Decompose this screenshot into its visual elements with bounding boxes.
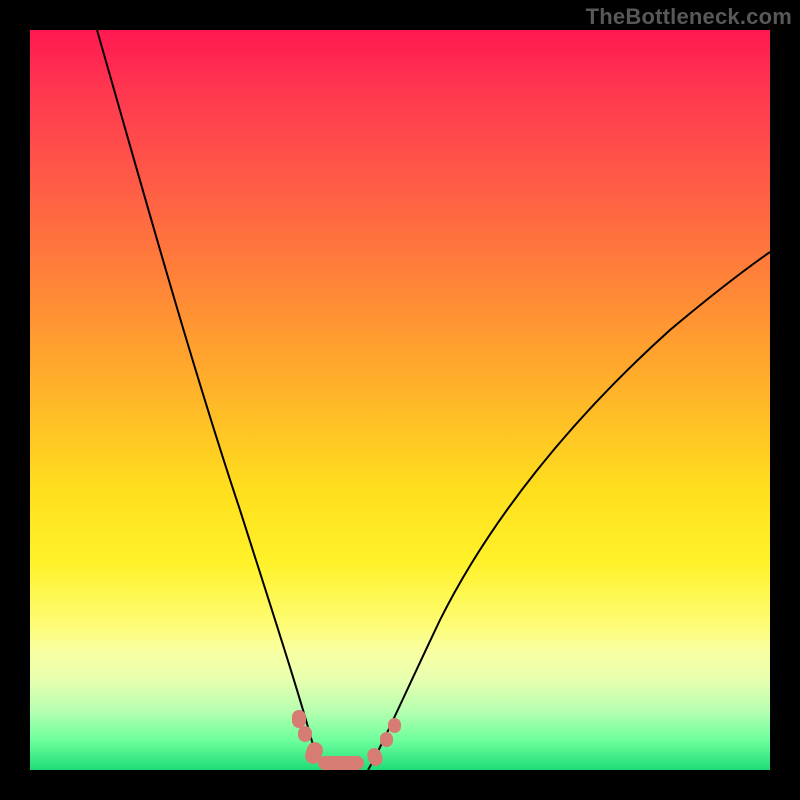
marker-dot bbox=[388, 718, 401, 733]
watermark-text: TheBottleneck.com bbox=[586, 4, 792, 30]
marker-dot bbox=[380, 732, 393, 747]
right-curve bbox=[368, 252, 770, 770]
marker-bar bbox=[318, 756, 364, 770]
chart-frame: TheBottleneck.com bbox=[0, 0, 800, 800]
marker-dot bbox=[298, 726, 312, 742]
left-curve bbox=[97, 30, 328, 770]
plot-area bbox=[30, 30, 770, 770]
curve-layer bbox=[30, 30, 770, 770]
